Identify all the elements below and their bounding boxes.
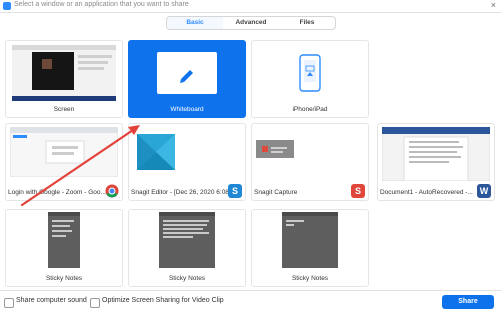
share-source-grid: Screen Whiteboard iPhone/iPad Login with… xyxy=(0,39,501,287)
share-tabs: Basic Advanced Files xyxy=(166,16,336,30)
tab-advanced[interactable]: Advanced xyxy=(223,17,279,29)
snagit-capture-thumbnail xyxy=(256,140,294,158)
share-sound-checkbox[interactable] xyxy=(4,298,14,308)
chrome-window-thumbnail xyxy=(10,127,118,177)
tile-document1-label: Document1 - AutoRecovered -... xyxy=(380,189,473,196)
tile-sticky-notes-1[interactable]: Sticky Notes xyxy=(5,209,123,287)
tile-snagit-editor[interactable]: Snagit Editor - [Dec 26, 2020 6:08... S xyxy=(128,123,246,201)
snagit-editor-thumbnail xyxy=(137,134,175,170)
close-icon[interactable]: × xyxy=(491,0,496,10)
tile-login-google[interactable]: Login with Google - Zoom - Goo... xyxy=(5,123,123,201)
iphone-icon xyxy=(299,54,321,92)
tile-login-google-label: Login with Google - Zoom - Goo... xyxy=(8,189,106,196)
tab-files[interactable]: Files xyxy=(279,17,335,29)
tile-snagit-capture-label: Snagit Capture xyxy=(254,189,298,196)
tile-screen-label: Screen xyxy=(53,106,75,113)
chrome-icon xyxy=(105,184,119,198)
zoom-app-icon xyxy=(3,2,11,10)
snagit-capture-icon: S xyxy=(351,184,365,198)
tile-sticky-notes-2[interactable]: Sticky Notes xyxy=(128,209,246,287)
sticky-note-thumbnail xyxy=(282,212,338,268)
whiteboard-thumbnail xyxy=(157,52,217,94)
sticky-note-thumbnail xyxy=(48,212,80,268)
word-document-thumbnail xyxy=(382,127,490,181)
tile-sticky-notes-3-label: Sticky Notes xyxy=(291,275,329,282)
tile-sticky-notes-1-label: Sticky Notes xyxy=(45,275,83,282)
share-sound-label: Share computer sound xyxy=(16,297,87,304)
window-title: Select a window or an application that y… xyxy=(14,1,189,8)
share-button[interactable]: Share xyxy=(442,295,494,309)
tile-iphone-label: iPhone/iPad xyxy=(292,106,328,113)
word-icon: W xyxy=(477,184,491,198)
tile-whiteboard-label: Whiteboard xyxy=(170,106,204,113)
optimize-video-label: Optimize Screen Sharing for Video Clip xyxy=(102,297,224,304)
tile-snagit-capture[interactable]: Snagit Capture S xyxy=(251,123,369,201)
tile-iphone-ipad[interactable]: iPhone/iPad xyxy=(251,40,369,118)
tile-screen[interactable]: Screen xyxy=(5,40,123,118)
tile-document1[interactable]: Document1 - AutoRecovered -... W xyxy=(377,123,495,201)
footer-bar: Share computer sound Optimize Screen Sha… xyxy=(0,290,501,313)
tile-sticky-notes-3[interactable]: Sticky Notes xyxy=(251,209,369,287)
snagit-editor-icon: S xyxy=(228,184,242,198)
screen-thumbnail xyxy=(12,45,116,101)
tile-snagit-editor-label: Snagit Editor - [Dec 26, 2020 6:08... xyxy=(131,189,229,196)
tab-basic[interactable]: Basic xyxy=(167,17,223,29)
sticky-note-thumbnail xyxy=(159,212,215,268)
tile-whiteboard[interactable]: Whiteboard xyxy=(128,40,246,118)
optimize-video-checkbox[interactable] xyxy=(90,298,100,308)
title-bar: Select a window or an application that y… xyxy=(0,0,501,13)
tile-sticky-notes-2-label: Sticky Notes xyxy=(168,275,206,282)
